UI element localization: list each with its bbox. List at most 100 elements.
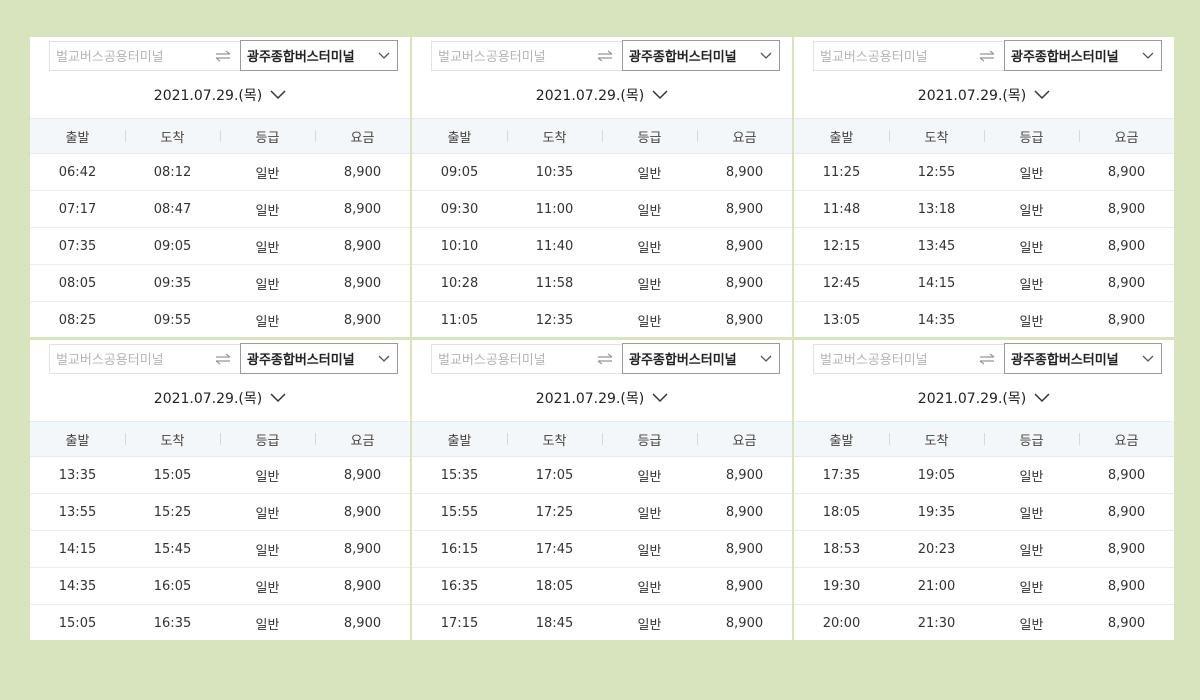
bus-grade: 일반 (255, 580, 280, 596)
swap-button[interactable] (588, 40, 622, 71)
table-row[interactable]: 18:53 20:23 일반 8,900 (794, 531, 1174, 568)
origin-input[interactable]: 벌교버스공용터미널 (431, 343, 588, 374)
arrival-time: 19:35 (917, 504, 956, 520)
bus-grade: 일반 (255, 203, 280, 219)
bus-grade: 일반 (1019, 315, 1044, 330)
table-row[interactable]: 18:05 19:35 일반 8,900 (794, 494, 1174, 531)
table-row[interactable]: 16:15 17:45 일반 8,900 (412, 531, 792, 568)
bus-grade: 일반 (1019, 580, 1044, 596)
table-header: 출발 도착 등급 요금 (412, 118, 792, 154)
date-label: 2021.07.29.(목) (535, 391, 645, 407)
table-row[interactable]: 17:35 19:05 일반 8,900 (794, 457, 1174, 494)
destination-label: 광주종합버스터미널 (247, 50, 355, 65)
origin-input[interactable]: 벌교버스공용터미널 (431, 40, 588, 71)
table-row[interactable]: 10:10 11:40 일반 8,900 (412, 228, 792, 265)
date-selector[interactable]: 2021.07.29.(목) (30, 386, 410, 410)
table-row[interactable]: 15:35 17:05 일반 8,900 (412, 457, 792, 494)
origin-input[interactable]: 벌교버스공용터미널 (49, 343, 206, 374)
table-row[interactable]: 14:35 16:05 일반 8,900 (30, 568, 410, 605)
destination-select[interactable]: 광주종합버스터미널 (1004, 343, 1162, 374)
swap-button[interactable] (970, 40, 1004, 71)
route-selector: 벌교버스공용터미널 광주종합버스터미널 (49, 343, 398, 374)
table-row[interactable]: 20:00 21:30 일반 8,900 (794, 605, 1174, 640)
fare: 8,900 (343, 275, 382, 291)
date-label: 2021.07.29.(목) (153, 391, 263, 407)
arrival-time: 11:00 (535, 201, 574, 217)
departure-time: 13:05 (822, 313, 861, 328)
table-row[interactable]: 11:25 12:55 일반 8,900 (794, 154, 1174, 191)
arrival-time: 17:45 (535, 541, 574, 557)
arrival-time: 09:05 (153, 238, 192, 254)
bus-grade: 일반 (1019, 203, 1044, 219)
arrival-time: 12:55 (917, 164, 956, 180)
date-selector[interactable]: 2021.07.29.(목) (794, 386, 1174, 410)
date-selector[interactable]: 2021.07.29.(목) (794, 83, 1174, 107)
arrival-time: 17:05 (535, 467, 574, 483)
table-row[interactable]: 07:35 09:05 일반 8,900 (30, 228, 410, 265)
date-selector[interactable]: 2021.07.29.(목) (412, 386, 792, 410)
table-row[interactable]: 15:55 17:25 일반 8,900 (412, 494, 792, 531)
table-row[interactable]: 17:15 18:45 일반 8,900 (412, 605, 792, 640)
bus-grade: 일반 (255, 618, 280, 633)
destination-label: 광주종합버스터미널 (247, 353, 355, 368)
arrival-time: 10:35 (535, 164, 574, 180)
swap-arrows-icon (597, 49, 613, 62)
timetable-panel: 벌교버스공용터미널 광주종합버스터미널 2021.07.29.(목) 출발 도착… (30, 37, 410, 337)
timetable-panel: 벌교버스공용터미널 광주종합버스터미널 2021.07.29.(목) 출발 도착… (412, 37, 792, 337)
table-row[interactable]: 13:55 15:25 일반 8,900 (30, 494, 410, 531)
table-row[interactable]: 07:17 08:47 일반 8,900 (30, 191, 410, 228)
origin-input[interactable]: 벌교버스공용터미널 (813, 40, 970, 71)
origin-input[interactable]: 벌교버스공용터미널 (813, 343, 970, 374)
date-selector[interactable]: 2021.07.29.(목) (412, 83, 792, 107)
table-row[interactable]: 12:45 14:15 일반 8,900 (794, 265, 1174, 302)
table-row[interactable]: 08:05 09:35 일반 8,900 (30, 265, 410, 302)
arrival-time: 14:35 (917, 313, 956, 328)
destination-label: 광주종합버스터미널 (629, 353, 737, 368)
table-row[interactable]: 13:05 14:35 일반 8,900 (794, 302, 1174, 337)
origin-input[interactable]: 벌교버스공용터미널 (49, 40, 206, 71)
bus-grade: 일반 (1019, 469, 1044, 485)
date-selector[interactable]: 2021.07.29.(목) (30, 83, 410, 107)
table-row[interactable]: 15:05 16:35 일반 8,900 (30, 605, 410, 640)
swap-button[interactable] (970, 343, 1004, 374)
table-row[interactable]: 08:25 09:55 일반 8,900 (30, 302, 410, 337)
table-row[interactable]: 11:48 13:18 일반 8,900 (794, 191, 1174, 228)
table-row[interactable]: 13:35 15:05 일반 8,900 (30, 457, 410, 494)
table-row[interactable]: 10:28 11:58 일반 8,900 (412, 265, 792, 302)
arrival-time: 11:58 (535, 275, 574, 291)
departure-time: 08:25 (58, 313, 97, 328)
destination-select[interactable]: 광주종합버스터미널 (240, 343, 398, 374)
header-arrival: 도착 (125, 127, 220, 146)
destination-select[interactable]: 광주종합버스터미널 (622, 343, 780, 374)
table-row[interactable]: 06:42 08:12 일반 8,900 (30, 154, 410, 191)
table-row[interactable]: 14:15 15:45 일반 8,900 (30, 531, 410, 568)
arrival-time: 19:05 (917, 467, 956, 483)
table-row[interactable]: 19:30 21:00 일반 8,900 (794, 568, 1174, 605)
swap-button[interactable] (206, 343, 240, 374)
chevron-down-icon (1034, 393, 1050, 403)
table-row[interactable]: 09:05 10:35 일반 8,900 (412, 154, 792, 191)
departure-time: 13:35 (58, 467, 97, 483)
route-selector: 벌교버스공용터미널 광주종합버스터미널 (49, 40, 398, 71)
chevron-down-icon (378, 52, 390, 60)
bus-grade: 일반 (637, 203, 662, 219)
bus-grade: 일반 (637, 240, 662, 256)
bus-grade: 일반 (255, 315, 280, 330)
swap-arrows-icon (215, 352, 231, 365)
swap-button[interactable] (206, 40, 240, 71)
date-label: 2021.07.29.(목) (917, 88, 1027, 104)
table-row[interactable]: 12:15 13:45 일반 8,900 (794, 228, 1174, 265)
fare: 8,900 (343, 164, 382, 180)
arrival-time: 16:05 (153, 578, 192, 594)
destination-select[interactable]: 광주종합버스터미널 (240, 40, 398, 71)
destination-select[interactable]: 광주종합버스터미널 (1004, 40, 1162, 71)
table-row[interactable]: 16:35 18:05 일반 8,900 (412, 568, 792, 605)
fare: 8,900 (343, 467, 382, 483)
table-row[interactable]: 09:30 11:00 일반 8,900 (412, 191, 792, 228)
table-row[interactable]: 11:05 12:35 일반 8,900 (412, 302, 792, 337)
destination-select[interactable]: 광주종합버스터미널 (622, 40, 780, 71)
swap-button[interactable] (588, 343, 622, 374)
fare: 8,900 (1107, 275, 1146, 291)
bus-grade: 일반 (637, 506, 662, 522)
timetable-panel: 벌교버스공용터미널 광주종합버스터미널 2021.07.29.(목) 출발 도착… (412, 340, 792, 640)
